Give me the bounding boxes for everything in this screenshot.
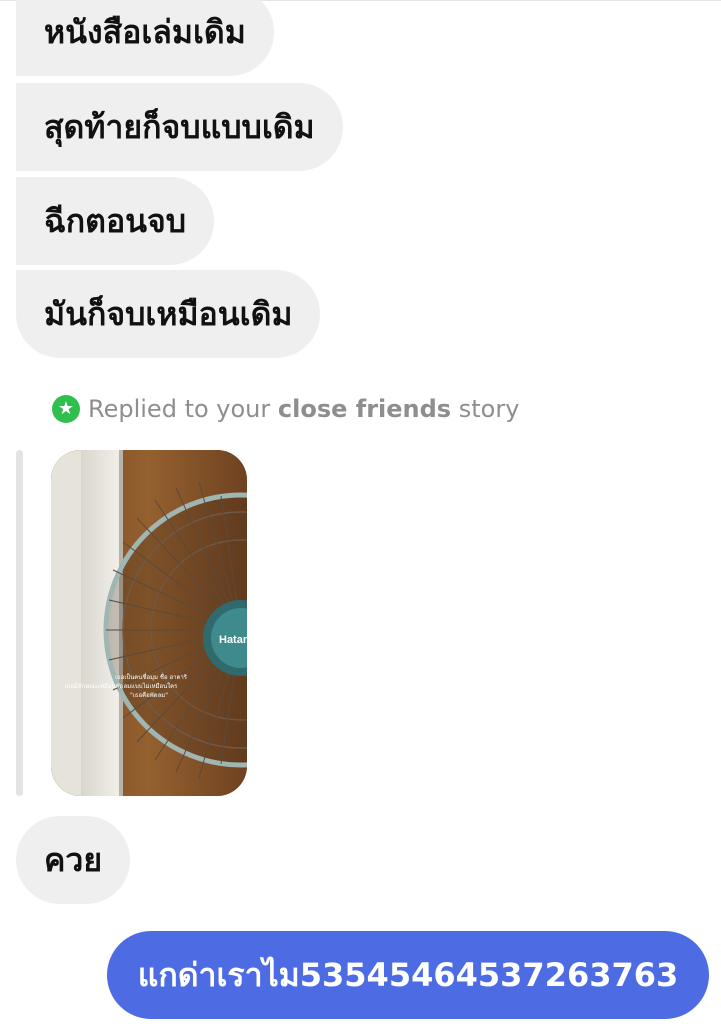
message-text: ฉีกตอนจบ (44, 202, 187, 240)
star-icon: ★ (52, 395, 80, 423)
story-caption-line: "เธอคือพัดลม" (130, 691, 168, 699)
story-thumbnail[interactable]: Hatari เธอเป็นคนชื่อมุม ชื่อ ฮาตาริ เธอม… (51, 450, 247, 796)
story-reply-text: Replied to your close friends story (88, 395, 520, 423)
incoming-message-bubble[interactable]: สุดท้ายก็จบแบบเดิม (16, 83, 343, 171)
story-caption-line: เธอเป็นคนชื่อมุม ชื่อ ฮาตาริ (115, 672, 188, 681)
message-text: สุดท้ายก็จบแบบเดิม (44, 108, 315, 146)
story-image: Hatari เธอเป็นคนชื่อมุม ชื่อ ฮาตาริ เธอม… (51, 450, 247, 796)
story-reply-label: ★ Replied to your close friends story (52, 392, 519, 426)
message-text: ควย (44, 841, 103, 879)
incoming-message-bubble[interactable]: ฉีกตอนจบ (16, 177, 215, 265)
message-text: แกด่าเราไม53545464537263763 (137, 955, 679, 994)
fan-brand: Hatari (219, 634, 247, 646)
incoming-message-bubble[interactable]: ควย (16, 816, 131, 904)
message-text: มันก็จบเหมือนเดิม (44, 295, 293, 333)
outgoing-message-bubble[interactable]: แกด่าเราไม53545464537263763 (107, 931, 709, 1019)
incoming-message-bubble[interactable]: มันก็จบเหมือนเดิม (16, 270, 321, 358)
incoming-message-bubble[interactable]: หนังสือเล่มเดิม (16, 0, 274, 76)
message-text: หนังสือเล่มเดิม (44, 13, 246, 51)
reply-quote-bar (16, 450, 23, 796)
story-caption-line: เธอมีลักษณะเหมือนพัดลมแบบไม่เหมือนใคร (65, 682, 179, 690)
